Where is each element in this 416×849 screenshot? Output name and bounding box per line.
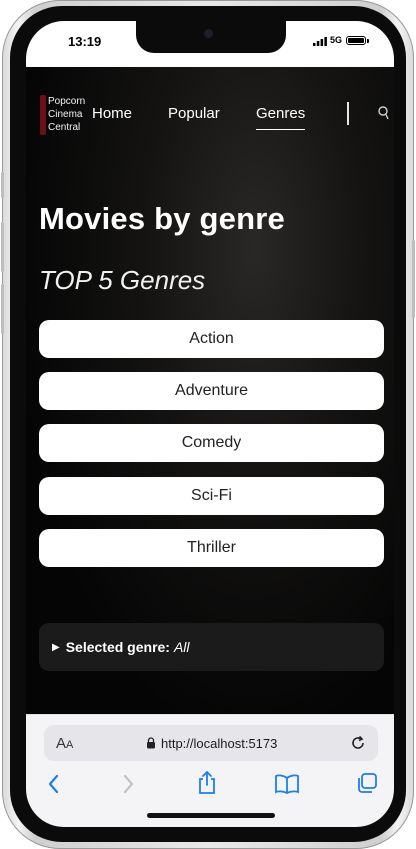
text-size-label-small: A <box>66 739 74 751</box>
logo-line: Central <box>48 122 81 133</box>
section-subtitle: TOP 5 Genres <box>39 265 206 295</box>
power-button <box>412 240 415 318</box>
selected-genre-value: All <box>173 639 190 655</box>
genre-button-sci-fi[interactable]: Sci-Fi <box>39 477 384 515</box>
selected-genre-disclosure[interactable]: ▶ Selected genre: All <box>39 623 384 671</box>
battery-icon <box>346 36 369 45</box>
status-bar: 13:19 5G <box>26 21 394 67</box>
nav-divider <box>347 102 349 125</box>
lock-icon <box>147 737 155 749</box>
browser-toolbar: AA http://localhost:5173 <box>26 714 394 827</box>
volume-down-button <box>1 284 4 334</box>
genre-button-action[interactable]: Action <box>39 320 384 358</box>
url-text: http://localhost:5173 <box>161 736 278 751</box>
genre-button-adventure[interactable]: Adventure <box>39 372 384 410</box>
signal-icon <box>313 37 327 46</box>
disclosure-triangle-icon: ▶ <box>52 641 60 653</box>
forward-icon[interactable] <box>120 773 136 795</box>
tabs-icon[interactable] <box>356 772 378 794</box>
logo-emblem <box>40 95 46 135</box>
share-icon[interactable] <box>196 770 218 796</box>
home-indicator[interactable] <box>147 813 275 818</box>
camera-icon <box>204 29 213 38</box>
genre-button-comedy[interactable]: Comedy <box>39 424 384 462</box>
back-icon[interactable] <box>46 773 62 795</box>
page-title: Movies by genre <box>39 201 285 236</box>
nav-link-popular[interactable]: Popular <box>168 105 220 122</box>
nav-link-genres[interactable]: Genres <box>256 105 306 130</box>
search-icon[interactable] <box>378 106 390 122</box>
mute-switch <box>1 172 4 198</box>
address-bar[interactable]: AA http://localhost:5173 <box>44 725 378 761</box>
screen: 13:19 5G Popcorn Cinema Central Home Pop… <box>26 21 394 827</box>
status-time: 13:19 <box>68 34 102 49</box>
text-size-label-big: A <box>56 735 67 752</box>
web-page: Popcorn Cinema Central Home Popular Genr… <box>26 67 394 714</box>
selected-genre-label: Selected genre: <box>65 639 170 655</box>
site-logo[interactable]: Popcorn Cinema Central <box>40 95 100 135</box>
reload-icon[interactable] <box>349 734 367 752</box>
dynamic-notch <box>136 21 286 53</box>
genre-button-thriller[interactable]: Thriller <box>39 529 384 567</box>
text-size-button[interactable]: AA <box>56 735 73 753</box>
bookmarks-icon[interactable] <box>274 773 300 795</box>
phone-frame: 13:19 5G Popcorn Cinema Central Home Pop… <box>1 0 415 849</box>
nav-link-home[interactable]: Home <box>92 105 132 122</box>
volume-up-button <box>1 222 4 272</box>
network-type: 5G <box>330 35 343 45</box>
